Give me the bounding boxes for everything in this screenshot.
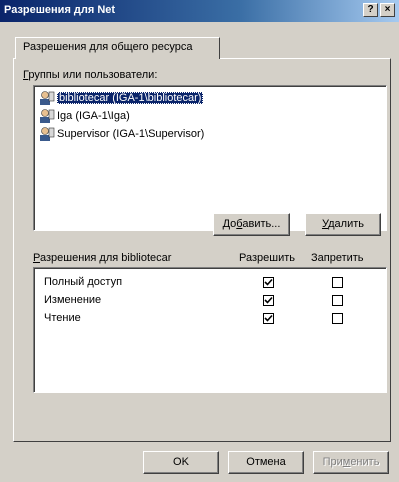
user-icon bbox=[40, 109, 55, 124]
permissions-dialog: Разрешения для Net ? × Разрешения для об… bbox=[0, 0, 399, 482]
apply-button[interactable]: Применить bbox=[313, 451, 389, 474]
list-item-user[interactable]: Iga (IGA-1\Iga) bbox=[39, 108, 384, 125]
groups-listbox[interactable]: bibliotecar (IGA-1\bibliotecar) Iga (IGA… bbox=[33, 85, 387, 231]
title-bar[interactable]: Разрешения для Net ? × bbox=[0, 0, 399, 22]
permissions-label-text: азрешения для bibliotecar bbox=[39, 252, 172, 264]
remove-button[interactable]: Удалить bbox=[305, 213, 381, 236]
groups-label-text: руппы или пользователи: bbox=[28, 69, 158, 81]
permission-name: Чтение bbox=[44, 312, 81, 324]
apply-button-text-a: При bbox=[322, 456, 343, 468]
permissions-label-accel: Р bbox=[33, 252, 40, 264]
deny-checkbox[interactable] bbox=[332, 277, 343, 288]
tab-panel: Группы или пользователи: bibliotecar (IG… bbox=[13, 58, 391, 442]
permission-name: Полный доступ bbox=[44, 276, 123, 288]
add-button-text-a: До bbox=[222, 218, 237, 230]
add-button[interactable]: Добавить... bbox=[213, 213, 290, 236]
window-title: Разрешения для Net bbox=[4, 4, 116, 16]
user-name: Iga (IGA-1\Iga) bbox=[57, 110, 130, 122]
help-button[interactable]: ? bbox=[363, 3, 378, 17]
user-icon bbox=[40, 91, 55, 106]
list-item-user[interactable]: Supervisor (IGA-1\Supervisor) bbox=[39, 126, 384, 143]
user-icon bbox=[40, 127, 55, 142]
remove-button-text: далить bbox=[328, 218, 364, 230]
deny-checkbox[interactable] bbox=[332, 295, 343, 306]
tab-share-permissions[interactable]: Разрешения для общего ресурса bbox=[15, 37, 220, 59]
permission-row: Изменение bbox=[44, 292, 101, 309]
allow-checkbox[interactable] bbox=[263, 295, 274, 306]
ok-button[interactable]: OK bbox=[143, 451, 219, 474]
allow-column-header: Разрешить bbox=[239, 252, 295, 264]
permissions-listbox[interactable]: Полный доступ Изменение Чтение bbox=[33, 267, 387, 393]
close-button[interactable]: × bbox=[380, 3, 395, 17]
deny-checkbox[interactable] bbox=[332, 313, 343, 324]
groups-label: Группы или пользователи: bbox=[23, 69, 157, 81]
deny-column-header: Запретить bbox=[311, 252, 364, 264]
add-button-text-b: авить... bbox=[242, 218, 281, 230]
user-name: bibliotecar (IGA-1\bibliotecar) bbox=[57, 92, 204, 104]
cancel-button[interactable]: Отмена bbox=[228, 451, 304, 474]
permission-row: Полный доступ bbox=[44, 274, 122, 291]
permission-name: Изменение bbox=[44, 294, 102, 306]
user-name: Supervisor (IGA-1\Supervisor) bbox=[57, 128, 205, 140]
list-item-user[interactable]: bibliotecar (IGA-1\bibliotecar) bbox=[39, 90, 384, 107]
allow-checkbox[interactable] bbox=[263, 313, 274, 324]
allow-checkbox[interactable] bbox=[263, 277, 274, 288]
apply-button-text-b: енить bbox=[350, 456, 380, 468]
permissions-label: Разрешения для bibliotecar bbox=[33, 252, 171, 264]
permission-row: Чтение bbox=[44, 310, 81, 327]
